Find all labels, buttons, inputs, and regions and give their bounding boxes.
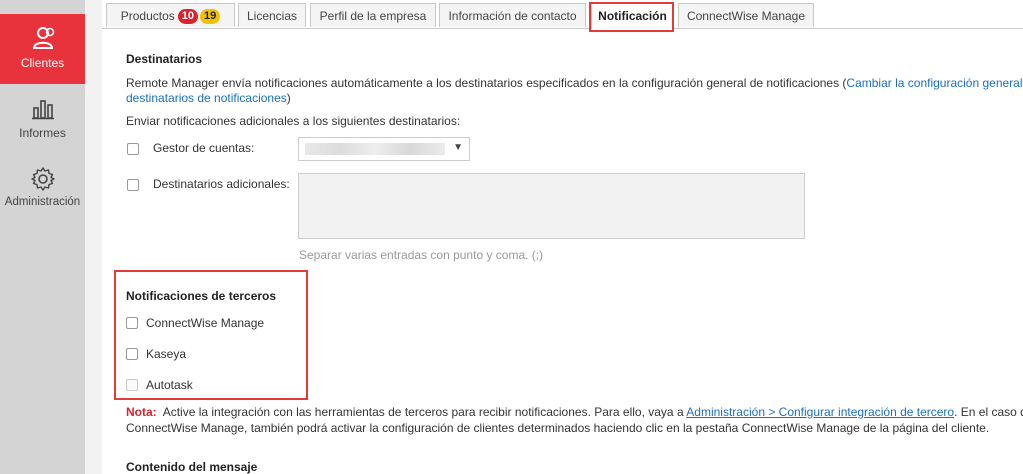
- destinatarios-description: Remote Manager envía notificaciones auto…: [126, 76, 1023, 90]
- tab-connectwise-label: ConnectWise Manage: [686, 9, 806, 23]
- description-text: Remote Manager envía notificaciones auto…: [126, 76, 847, 90]
- account-manager-checkbox[interactable]: [127, 143, 139, 155]
- close-paren: ): [286, 91, 291, 105]
- tab-bar: Productos 10 19 Licencias Perfil de la emp…: [102, 0, 1023, 29]
- nav-item-informes[interactable]: Informes: [0, 88, 85, 158]
- note-text1: Active la integración con las herramient…: [162, 405, 684, 419]
- autotask-checkbox[interactable]: [126, 379, 138, 391]
- separator-hint: Separar varias entradas con punto y coma…: [299, 248, 544, 262]
- left-navigation: Clientes Informes Administración: [0, 0, 85, 474]
- account-manager-select[interactable]: ▼: [298, 137, 470, 161]
- blurred-value: [305, 143, 445, 155]
- nav-label-informes: Informes: [19, 126, 66, 140]
- tab-licencias[interactable]: Licencias: [238, 3, 306, 27]
- count-badge-red: 10: [177, 9, 199, 25]
- nav-item-clientes[interactable]: Clientes: [0, 14, 85, 84]
- tab-notificacion-label: Notificación: [598, 9, 667, 23]
- nav-item-administracion[interactable]: Administración: [0, 158, 85, 228]
- change-settings-link-2[interactable]: destinatarios de notificaciones: [126, 91, 287, 105]
- additional-intro: Enviar notificaciones adicionales a los …: [126, 114, 461, 128]
- connectwise-label: ConnectWise Manage: [146, 316, 265, 330]
- nav-label-clientes: Clientes: [20, 56, 65, 70]
- change-settings-link[interactable]: Cambiar la configuración general de: [846, 76, 1023, 90]
- additional-recipients-textarea[interactable]: [298, 173, 805, 239]
- message-content-heading: Contenido del mensaje: [126, 460, 258, 474]
- third-party-heading: Notificaciones de terceros: [126, 289, 277, 303]
- note-line1: Nota: Active la integración con las herr…: [126, 405, 1023, 419]
- tab-informacion-contacto[interactable]: Información de contacto: [439, 3, 586, 27]
- note-line2: ConnectWise Manage, también podrá activa…: [126, 421, 990, 435]
- nav-label-administracion: Administración: [4, 196, 81, 208]
- content-gutter: [85, 0, 102, 474]
- autotask-label: Autotask: [146, 378, 193, 392]
- destinatarios-heading: Destinatarios: [126, 52, 203, 66]
- tab-contacto-label: Información de contacto: [448, 9, 577, 23]
- tab-licencias-label: Licencias: [246, 9, 298, 23]
- note-label: Nota:: [126, 405, 157, 419]
- additional-recipients-label: Destinatarios adicionales:: [153, 177, 290, 191]
- gear-icon: [30, 167, 55, 191]
- chevron-down-icon: ▼: [453, 142, 463, 153]
- destinatarios-description-line2: destinatarios de notificaciones): [126, 91, 291, 105]
- note-text2: . En el caso de: [954, 405, 1023, 419]
- kaseya-checkbox[interactable]: [126, 348, 138, 360]
- tab-notificacion[interactable]: Notificación: [591, 3, 674, 29]
- tab-productos[interactable]: Productos 10 19: [106, 3, 235, 27]
- tab-perfil-label: Perfil de la empresa: [319, 9, 427, 23]
- bar-chart-icon: [31, 100, 54, 120]
- count-badge-yellow: 19: [200, 9, 221, 25]
- tab-productos-label: Productos: [120, 9, 175, 23]
- additional-recipients-checkbox[interactable]: [127, 179, 139, 191]
- account-manager-label: Gestor de cuentas:: [153, 141, 255, 155]
- integration-settings-link[interactable]: Administración > Configurar integración …: [686, 405, 954, 419]
- users-icon: [32, 27, 54, 49]
- tab-perfil-empresa[interactable]: Perfil de la empresa: [310, 3, 436, 27]
- connectwise-checkbox[interactable]: [126, 317, 138, 329]
- kaseya-label: Kaseya: [146, 347, 187, 361]
- tab-connectwise-manage[interactable]: ConnectWise Manage: [678, 3, 814, 27]
